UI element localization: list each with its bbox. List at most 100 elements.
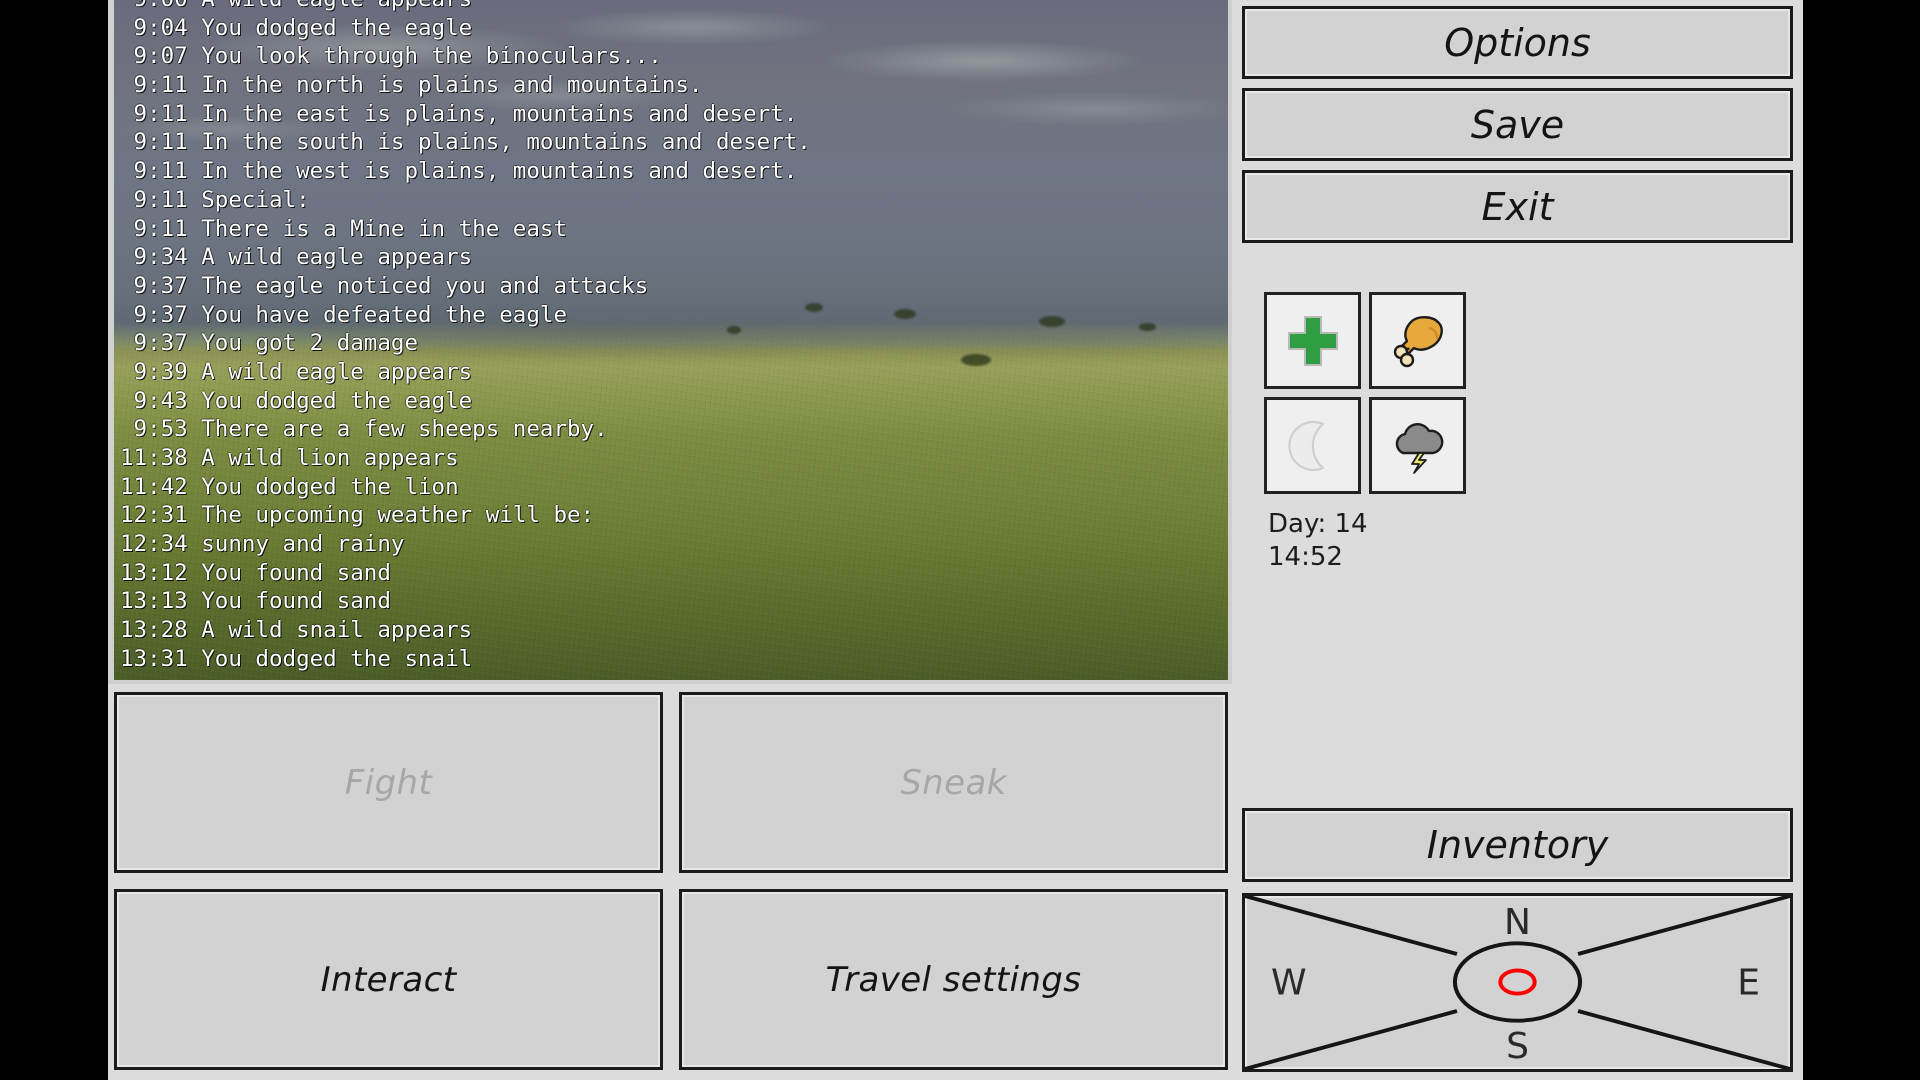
event-log-text: 9:00 A wild eagle appears 9:04 You dodged t… (114, 0, 1228, 680)
fight-button-label: Fight (344, 762, 433, 803)
log-entry-time: 9:07 (133, 43, 188, 70)
log-entry-message: You found sand (201, 559, 391, 586)
log-entry-message: The eagle noticed you and attacks (201, 272, 649, 299)
options-button[interactable]: Options (1242, 6, 1793, 79)
log-entry: 9:11 There is a Mine in the east (120, 215, 1222, 244)
log-entry: 9:11 In the west is plains, mountains and… (120, 157, 1222, 186)
log-entry-message: A wild eagle appears (201, 358, 473, 385)
log-entry-message: You dodged the eagle (201, 14, 473, 41)
log-entry-message: There is a Mine in the east (201, 215, 567, 242)
log-entry-message: You have defeated the eagle (201, 301, 567, 328)
interact-button-label: Interact (320, 959, 457, 1000)
sneak-button-label: Sneak (900, 762, 1007, 803)
moon-icon (1287, 420, 1324, 471)
log-entry-message: Special: (201, 186, 310, 213)
log-entry: 9:11 In the south is plains, mountains an… (120, 128, 1222, 157)
log-entry-message: In the south is plains, mountains and de… (201, 129, 811, 156)
log-entry: 11:42 You dodged the lion (120, 473, 1222, 502)
log-entry-message: A wild snail appears (201, 617, 473, 644)
health-status-cell[interactable] (1264, 292, 1361, 389)
log-entry-time: 11:38 (120, 445, 188, 471)
travel-settings-button[interactable]: Travel settings (679, 889, 1228, 1070)
day-counter: Day: 14 (1268, 509, 1368, 539)
log-entry-time: 11:42 (120, 473, 188, 500)
log-entry-time: 13:13 (120, 588, 188, 615)
log-entry-message: You got 2 damage (201, 330, 418, 357)
log-entry-message: You dodged the eagle (201, 387, 473, 414)
sneak-button[interactable]: Sneak (679, 692, 1228, 873)
health-cross-icon (1287, 315, 1338, 366)
log-entry-message: You found sand (201, 588, 391, 615)
log-entry-time: 9:11 (133, 158, 188, 185)
exit-button-label: Exit (1481, 184, 1554, 229)
log-entry: 9:37 You got 2 damage (120, 329, 1222, 358)
inventory-button[interactable]: Inventory (1242, 808, 1793, 882)
sidebar: Options Save Exit Day: 14 14:52 Inventor… (1232, 0, 1803, 1080)
travel-settings-button-label: Travel settings (825, 959, 1082, 1000)
log-entry-message: In the west is plains, mountains and des… (201, 158, 798, 185)
log-entry: 13:31 You dodged the snail (120, 645, 1222, 674)
log-entry-time: 13:12 (120, 559, 188, 586)
log-entry: 12:34 sunny and rainy (120, 530, 1222, 559)
interact-button[interactable]: Interact (114, 889, 663, 1070)
compass-east-label: E (1737, 962, 1760, 1003)
log-entry-time: 13:31 (120, 645, 188, 672)
log-entry: 9:11 In the east is plains, mountains and… (120, 100, 1222, 129)
main-column: 9:00 A wild eagle appears 9:04 You dodged t… (108, 0, 1232, 1080)
food-drumstick-icon (1393, 315, 1443, 367)
log-entry: 13:13 You found sand (120, 587, 1222, 616)
compass-widget[interactable]: N S W E (1242, 893, 1793, 1072)
weather-status-cell[interactable] (1369, 397, 1466, 494)
log-entry-time: 9:11 (133, 72, 188, 99)
log-entry: 9:07 You look through the binoculars... (120, 42, 1222, 71)
log-entry: 9:37 You have defeated the eagle (120, 301, 1222, 330)
log-entry-time: 9:37 (133, 330, 188, 357)
fight-button[interactable]: Fight (114, 692, 663, 873)
log-entry-message: The upcoming weather will be: (201, 502, 595, 529)
log-entry-time: 12:34 (120, 531, 188, 558)
log-entry-time: 9:43 (133, 387, 188, 414)
log-entry-time: 9:04 (133, 14, 188, 41)
compass-north-label: N (1504, 902, 1531, 943)
log-entry-message: A wild eagle appears (201, 244, 473, 271)
log-entry-message: There are a few sheeps nearby. (201, 416, 608, 443)
food-status-cell[interactable] (1369, 292, 1466, 389)
log-entry: 9:53 There are a few sheeps nearby. (120, 415, 1222, 444)
action-button-grid: Fight Sneak Interact Travel settings (108, 684, 1232, 1080)
log-entry-time: 9:39 (133, 358, 188, 385)
log-entry-message: You look through the binoculars... (201, 43, 662, 70)
log-entry-time: 12:31 (120, 502, 188, 529)
log-entry: 9:11 In the north is plains and mountains… (120, 71, 1222, 100)
log-entry-message: sunny and rainy (201, 531, 405, 558)
log-entry-time: 9:11 (133, 215, 188, 242)
log-entry: 9:37 The eagle noticed you and attacks (120, 272, 1222, 301)
compass-west-label: W (1271, 962, 1307, 1003)
inventory-button-label: Inventory (1426, 823, 1609, 867)
log-entry: 13:28 A wild snail appears (120, 616, 1222, 645)
log-entry-time: 9:53 (133, 416, 188, 443)
time-of-day: 14:52 (1268, 542, 1343, 572)
log-entry-message: A wild lion appears (201, 445, 459, 471)
sleep-status-cell[interactable] (1264, 397, 1361, 494)
save-button[interactable]: Save (1242, 88, 1793, 161)
log-entry-time: 9:34 (133, 244, 188, 271)
compass-south-label: S (1506, 1026, 1529, 1067)
log-entry-time: 9:37 (133, 301, 188, 328)
log-entry-message: A wild eagle appears (201, 0, 472, 12)
game-window: 9:00 A wild eagle appears 9:04 You dodged t… (108, 0, 1803, 1080)
log-entry-message: In the east is plains, mountains and des… (201, 100, 798, 127)
save-button-label: Save (1470, 102, 1565, 147)
log-entry-message: In the north is plains and mountains. (201, 72, 703, 99)
event-log-panel[interactable]: 9:00 A wild eagle appears 9:04 You dodged t… (108, 0, 1232, 684)
options-button-label: Options (1444, 20, 1591, 65)
log-entry-time: 9:11 (133, 186, 188, 213)
log-entry-time: 13:28 (120, 617, 188, 644)
log-entry: 12:31 The upcoming weather will be: (120, 501, 1222, 530)
log-entry-message: You dodged the snail (201, 645, 473, 672)
log-entry: 9:00 A wild eagle appears (120, 0, 1222, 14)
exit-button[interactable]: Exit (1242, 170, 1793, 243)
log-entry: 9:39 A wild eagle appears (120, 358, 1222, 387)
status-icon-grid (1264, 292, 1466, 494)
log-entry: 11:38 A wild lion appears (120, 444, 1222, 473)
